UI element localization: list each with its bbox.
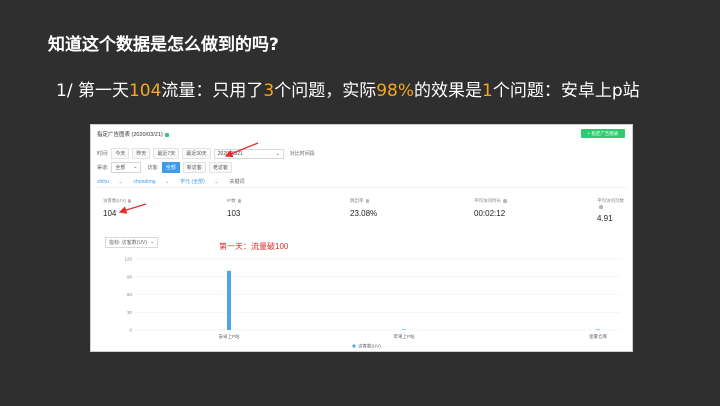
arrow-to-uv — [118, 203, 147, 214]
annotation-arrows — [118, 142, 259, 214]
arrow-to-date — [224, 142, 259, 158]
